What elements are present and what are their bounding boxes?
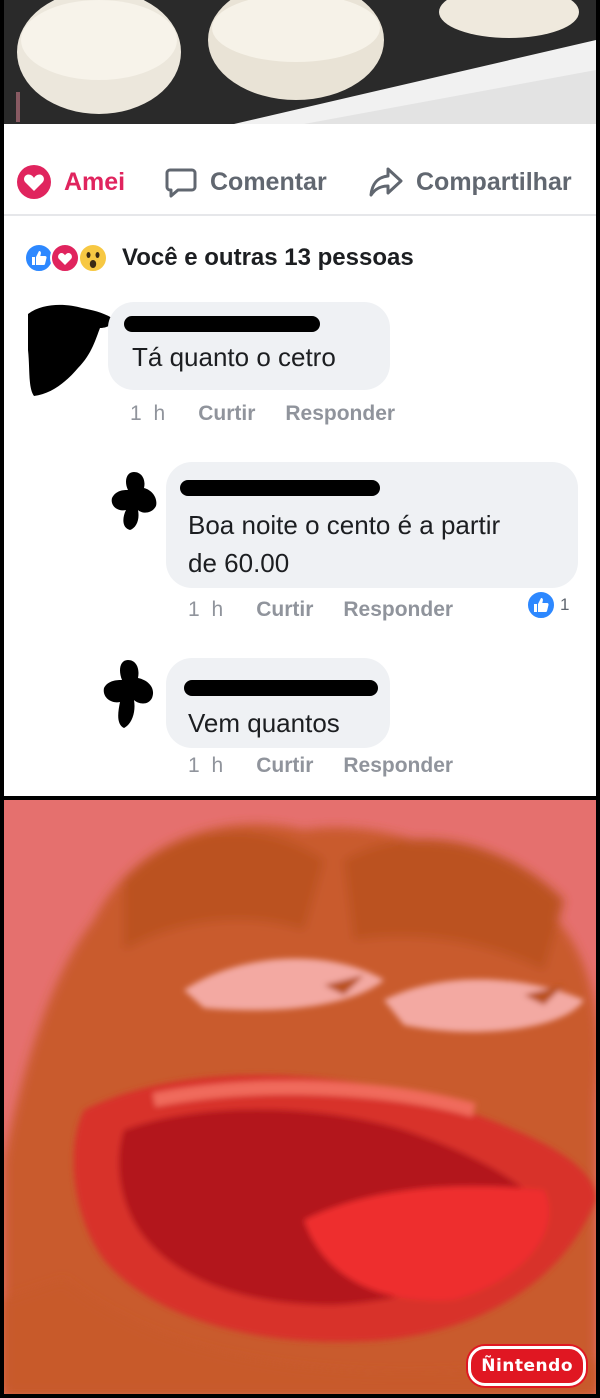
reaction-icons (24, 243, 116, 273)
avatar-redacted (28, 304, 113, 396)
love-icon (16, 164, 52, 200)
comment-text: Boa noite o cento é a partir de 60.00 (188, 510, 501, 578)
nintendo-watermark-logo: Ñintendo (468, 1346, 586, 1386)
reply-link[interactable]: Responder (343, 598, 453, 622)
comment-button[interactable]: Comentar (164, 164, 327, 200)
comment-bubble[interactable]: Boa noite o cento é a partir de 60.00 (166, 462, 578, 588)
comment-text: Tá quanto o cetro (132, 342, 336, 372)
love-reaction-button[interactable]: Amei (16, 164, 125, 200)
like-icon (526, 590, 556, 620)
comment-bubble[interactable]: Vem quantos (166, 658, 390, 748)
avatar-redacted (111, 472, 157, 530)
avatar-redacted (103, 660, 154, 728)
facebook-post-panel: Amei Comentar Compartilhar Você e outras… (4, 124, 596, 796)
reactions-summary[interactable]: Você e outras 13 pessoas (24, 240, 414, 276)
comment-time: 1 h (130, 402, 169, 425)
comment-1: Tá quanto o cetro 1 h Curtir Responder (4, 294, 596, 434)
like-link[interactable]: Curtir (256, 754, 313, 778)
share-button[interactable]: Compartilhar (368, 164, 572, 200)
comment-bubble[interactable]: Tá quanto o cetro (108, 302, 390, 390)
share-arrow-icon (368, 165, 404, 199)
post-photo[interactable] (4, 0, 596, 124)
angry-frog-meme-image: Ñintendo (4, 800, 596, 1394)
redacted-name (124, 316, 320, 332)
comment-3: Vem quantos 1 h Curtir Responder (4, 652, 596, 792)
comment-meta: 1 h Curtir Responder (188, 754, 453, 778)
comment-meta: 1 h Curtir Responder (188, 598, 453, 622)
comment-label: Comentar (210, 167, 327, 196)
like-link[interactable]: Curtir (198, 402, 255, 426)
love-label: Amei (64, 167, 126, 196)
like-link[interactable]: Curtir (256, 598, 313, 622)
share-label: Compartilhar (416, 167, 572, 196)
reply-link[interactable]: Responder (285, 402, 395, 426)
redacted-name (184, 680, 378, 696)
reply-link[interactable]: Responder (343, 754, 453, 778)
redacted-name (180, 480, 380, 496)
reactions-text: Você e outras 13 pessoas (122, 244, 414, 271)
like-count-value: 1 (560, 595, 570, 614)
comment-time: 1 h (188, 754, 227, 777)
comment-like-count[interactable]: 1 (526, 590, 569, 620)
comment-2: Boa noite o cento é a partir de 60.00 1 … (4, 456, 596, 636)
comment-time: 1 h (188, 598, 227, 621)
comment-text: Vem quantos (188, 708, 340, 738)
comment-meta: 1 h Curtir Responder (130, 402, 395, 426)
love-icon (50, 243, 80, 273)
wow-icon (78, 243, 108, 273)
post-action-bar: Amei Comentar Compartilhar (4, 150, 596, 216)
comment-icon (164, 165, 198, 199)
